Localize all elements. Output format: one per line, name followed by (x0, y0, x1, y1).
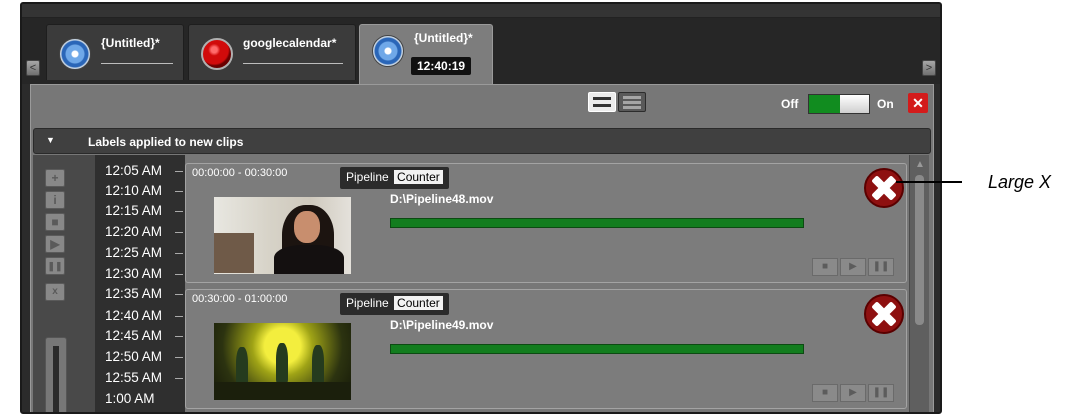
on-off-toggle[interactable] (808, 94, 870, 114)
tab-untitled-1[interactable]: {Untitled}* (46, 24, 184, 80)
play-button[interactable]: ▶ (45, 235, 65, 253)
tab-title: googlecalendar* (243, 36, 337, 50)
red-record-icon (201, 38, 233, 70)
tab-title: {Untitled}* (101, 36, 160, 50)
labels-bar-text: Labels applied to new clips (88, 135, 244, 149)
time-label: 12:15 AM (105, 203, 163, 218)
labels-bar[interactable]: ▼ Labels applied to new clips (33, 128, 931, 154)
time-label: 12:30 AM (105, 266, 163, 281)
remove-button[interactable]: x (45, 283, 65, 301)
tab-underline (243, 63, 343, 64)
clip-file-path: D:\Pipeline49.mov (390, 318, 494, 332)
time-label: 12:40 AM (105, 308, 163, 323)
blue-circle-icon (372, 35, 404, 67)
clip-progress-bar (390, 218, 804, 228)
time-label: 12:55 AM (105, 370, 163, 385)
add-clip-button[interactable]: + (45, 169, 65, 187)
pipeline-label: Pipeline (346, 170, 389, 184)
schedule-panel: Off On ✕ ▼ Labels applied to new clips +… (30, 84, 934, 412)
clip-card[interactable]: 00:00:00 - 00:30:00 Pipeline Counter D:\… (185, 163, 907, 283)
close-icon[interactable]: ✕ (908, 93, 928, 113)
callout-line (896, 181, 962, 183)
time-label: 12:25 AM (105, 245, 163, 260)
clip-controls: ■ ▶ ❚❚ (812, 384, 902, 404)
stop-button[interactable]: ■ (45, 213, 65, 231)
clip-thumbnail (214, 323, 351, 400)
toggle-knob (840, 95, 869, 113)
clip-file-path: D:\Pipeline48.mov (390, 192, 494, 206)
clip-pause-button[interactable]: ❚❚ (868, 258, 894, 276)
counter-label: Counter (394, 296, 443, 310)
on-label: On (877, 97, 894, 111)
slider-groove (53, 346, 59, 412)
scrollbar-thumb[interactable] (915, 175, 924, 325)
counter-label: Counter (394, 170, 443, 184)
clip-label-badge[interactable]: Pipeline Counter (340, 167, 449, 189)
vertical-scrollbar[interactable]: ▲ (909, 155, 929, 412)
tab-title: {Untitled}* (414, 31, 473, 45)
window-top-strip (22, 4, 940, 18)
clip-label-badge[interactable]: Pipeline Counter (340, 293, 449, 315)
callout-label: Large X (988, 172, 1052, 192)
compact-view-button[interactable] (618, 92, 646, 112)
off-label: Off (781, 97, 799, 111)
time-label: 12:10 AM (105, 183, 163, 198)
time-label: 12:35 AM (105, 286, 163, 301)
time-ruler: 12:05 AM 12:10 AM 12:15 AM 12:20 AM 12:2… (95, 155, 185, 412)
time-label: 12:05 AM (105, 163, 163, 178)
time-label: 1:00 AM (105, 391, 155, 406)
info-button[interactable]: i (45, 191, 65, 209)
clip-controls: ■ ▶ ❚❚ (812, 258, 902, 278)
time-label: 12:20 AM (105, 224, 163, 239)
toggle-fill (809, 95, 840, 113)
triangle-down-icon: ▼ (46, 135, 55, 145)
clip-progress-bar (390, 344, 804, 354)
tab-googlecalendar[interactable]: googlecalendar* (188, 24, 356, 80)
tab-timer: 12:40:19 (411, 57, 472, 75)
clip-time-range: 00:00:00 - 00:30:00 (192, 167, 288, 179)
clip-play-button[interactable]: ▶ (840, 258, 866, 276)
tab-underline (101, 63, 173, 64)
pause-button[interactable]: ❚❚ (45, 257, 65, 275)
clip-thumbnail (214, 197, 351, 274)
tab-bar: < {Untitled}* googlecalendar* {Untitled}… (22, 18, 940, 86)
clip-time-range: 00:30:00 - 01:00:00 (192, 293, 288, 305)
clip-pause-button[interactable]: ❚❚ (868, 384, 894, 402)
zoom-slider[interactable] (45, 337, 67, 412)
scroll-up-icon[interactable]: ▲ (914, 159, 926, 171)
clip-stop-button[interactable]: ■ (812, 384, 838, 402)
app-window: < {Untitled}* googlecalendar* {Untitled}… (20, 2, 942, 414)
pipeline-label: Pipeline (346, 296, 389, 310)
clip-card[interactable]: 00:30:00 - 01:00:00 Pipeline Counter D:\… (185, 289, 907, 409)
time-label: 12:45 AM (105, 328, 163, 343)
clip-stop-button[interactable]: ■ (812, 258, 838, 276)
view-toggle-group (588, 92, 650, 114)
large-view-button[interactable] (588, 92, 616, 112)
blue-circle-icon (59, 38, 91, 70)
large-x-delete-icon[interactable] (864, 168, 904, 208)
tab-untitled-active[interactable]: {Untitled}* 12:40:19 (359, 24, 493, 86)
tab-scroll-left-button[interactable]: < (26, 60, 40, 76)
tab-scroll-right-button[interactable]: > (922, 60, 936, 76)
time-label: 12:50 AM (105, 349, 163, 364)
clip-play-button[interactable]: ▶ (840, 384, 866, 402)
large-x-delete-icon[interactable] (864, 294, 904, 334)
side-toolbar: + i ■ ▶ ❚❚ x (33, 155, 95, 412)
